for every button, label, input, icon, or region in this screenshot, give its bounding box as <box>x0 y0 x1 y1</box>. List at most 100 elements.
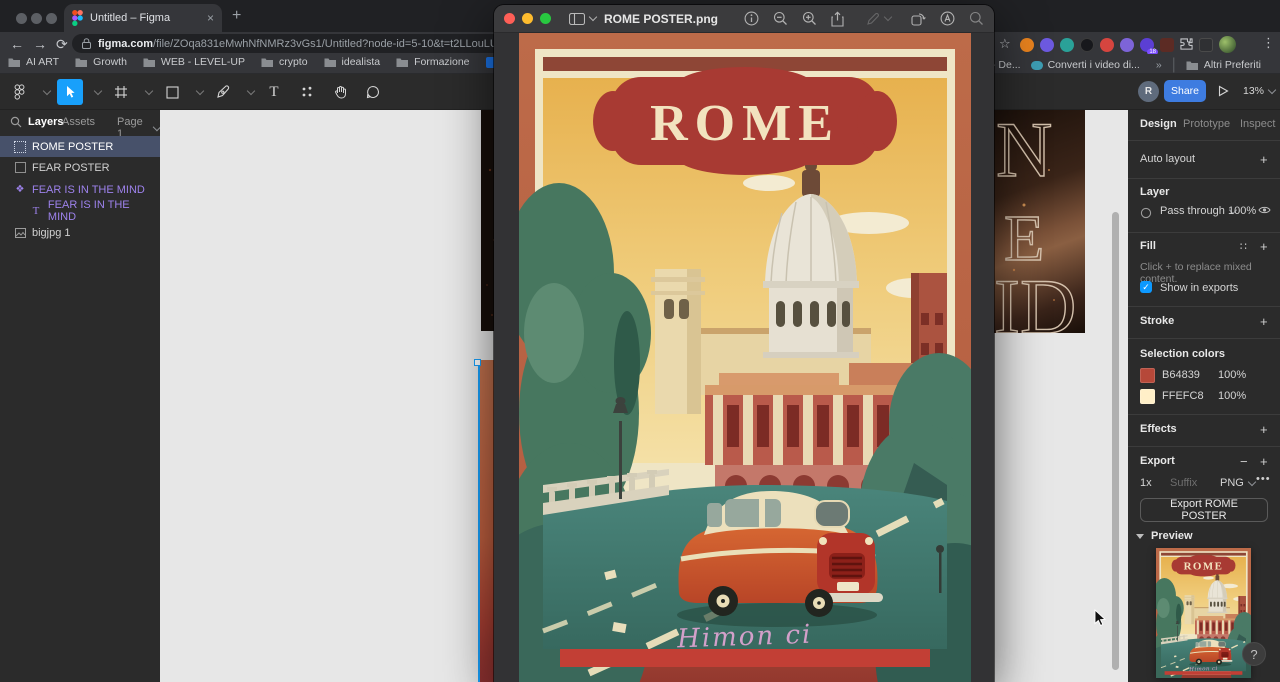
chevron-down-icon[interactable] <box>145 86 153 94</box>
bookmark-folder-altri[interactable]: Altri Preferiti <box>1186 59 1261 71</box>
extension-icon[interactable] <box>1120 38 1134 52</box>
extension-icon[interactable] <box>1020 38 1034 52</box>
eye-icon[interactable] <box>1258 205 1271 215</box>
zoom-level-selector[interactable]: 13% <box>1243 85 1275 97</box>
export-suffix-field[interactable]: Suffix <box>1170 477 1197 489</box>
extension-icon[interactable] <box>1160 38 1174 52</box>
close-button[interactable] <box>504 13 515 24</box>
layer-row-component[interactable]: ❖ FEAR IS IN THE MIND <box>0 179 160 200</box>
extension-icon[interactable] <box>1060 38 1074 52</box>
blend-mode-icon[interactable] <box>1140 207 1152 219</box>
search-icon[interactable] <box>10 116 22 128</box>
color-swatch-red[interactable] <box>1140 368 1155 383</box>
share-button[interactable]: Share <box>1164 80 1206 102</box>
browser-tab[interactable]: Untitled – Figma × <box>64 4 222 32</box>
zoom-in-icon[interactable] <box>802 11 817 26</box>
add-export-button[interactable]: + <box>1260 454 1268 469</box>
present-button[interactable] <box>1218 85 1229 97</box>
color-swatch-cream[interactable] <box>1140 389 1155 404</box>
comment-tool[interactable] <box>360 79 386 105</box>
window-zoom-button[interactable] <box>46 13 57 24</box>
remove-export-button[interactable]: − <box>1240 454 1248 469</box>
window-minimize-button[interactable] <box>31 13 42 24</box>
bookmark-item[interactable]: idealista <box>324 56 381 68</box>
new-tab-button[interactable]: + <box>232 7 241 25</box>
tab-layers[interactable]: Layers <box>28 116 63 128</box>
extension-icon[interactable]: 18 <box>1140 38 1154 52</box>
fear-poster-canvas-fragment-right[interactable]: N E ID <box>994 110 1085 333</box>
browser-menu-icon[interactable]: ⋮ <box>1262 35 1275 51</box>
extension-icon[interactable] <box>1080 38 1094 52</box>
color-opacity[interactable]: 100% <box>1218 369 1246 381</box>
layer-opacity-value[interactable]: 100% <box>1228 205 1256 217</box>
export-scale[interactable]: 1x <box>1140 477 1152 489</box>
chevron-down-icon[interactable] <box>247 86 255 94</box>
tab-inspect[interactable]: Inspect <box>1240 118 1275 130</box>
puzzle-extensions-icon[interactable] <box>1180 38 1193 51</box>
text-tool[interactable]: T <box>261 79 287 105</box>
bookmark-item-partial[interactable]: - De... <box>992 59 1021 71</box>
layer-row-rome-poster[interactable]: ROME POSTER <box>0 136 160 157</box>
export-options-icon[interactable]: ••• <box>1256 473 1271 485</box>
share-icon[interactable] <box>831 11 844 27</box>
bookmark-item[interactable]: WEB - LEVEL-UP <box>143 56 245 68</box>
layer-row-text[interactable]: T FEAR IS IN THE MIND <box>0 200 160 221</box>
bookmark-star-icon[interactable]: ☆ <box>999 36 1011 52</box>
window-close-button[interactable] <box>16 13 27 24</box>
rotate-icon[interactable] <box>911 12 926 26</box>
chevron-down-icon[interactable] <box>589 13 597 21</box>
color-hex[interactable]: FFEFC8 <box>1162 390 1204 402</box>
blend-mode-selector[interactable]: Pass through <box>1160 205 1236 217</box>
add-stroke-button[interactable]: + <box>1260 314 1268 329</box>
move-tool[interactable] <box>57 79 83 105</box>
tab-prototype[interactable]: Prototype <box>1183 118 1230 130</box>
layer-row-fear-poster[interactable]: FEAR POSTER <box>0 157 160 178</box>
bookmark-item[interactable]: Formazione <box>396 56 469 68</box>
canvas-scrollbar[interactable] <box>1112 212 1119 670</box>
browser-panel-icon[interactable] <box>1199 38 1213 52</box>
tab-assets[interactable]: Assets <box>62 116 95 128</box>
annotate-icon[interactable] <box>940 11 955 26</box>
forward-icon[interactable]: → <box>33 37 47 51</box>
bookmarks-overflow-icon[interactable]: » <box>1156 59 1162 71</box>
info-icon[interactable] <box>744 11 759 26</box>
export-rome-poster-button[interactable]: Export ROME POSTER <box>1140 498 1268 522</box>
add-auto-layout-button[interactable]: + <box>1260 152 1268 167</box>
selection-handle[interactable] <box>474 359 481 366</box>
resources-tool[interactable] <box>294 79 320 105</box>
color-hex[interactable]: B64839 <box>1162 369 1200 381</box>
show-in-exports-checkbox[interactable]: ✓ <box>1140 281 1152 293</box>
back-icon[interactable]: ← <box>10 37 24 51</box>
user-avatar[interactable]: R <box>1138 81 1159 102</box>
hand-tool[interactable] <box>327 79 353 105</box>
sidebar-toggle-icon[interactable] <box>569 13 585 25</box>
layer-row-image[interactable]: bigjpg 1 <box>0 222 160 243</box>
bookmark-item[interactable]: AI ART <box>8 56 59 68</box>
profile-avatar[interactable] <box>1219 36 1236 53</box>
extension-icon[interactable] <box>1040 38 1054 52</box>
preview-disclosure[interactable]: Preview <box>1136 530 1193 542</box>
add-effect-button[interactable]: + <box>1260 422 1268 437</box>
chevron-down-icon[interactable] <box>43 86 51 94</box>
mixed-fill-icon[interactable]: ∷ <box>1240 240 1248 253</box>
chevron-down-icon[interactable] <box>94 86 102 94</box>
add-fill-button[interactable]: + <box>1260 239 1268 254</box>
frame-tool[interactable] <box>108 79 134 105</box>
reload-icon[interactable]: ⟳ <box>56 37 68 51</box>
preview-titlebar[interactable]: ROME POSTER.png <box>494 5 994 33</box>
search-icon[interactable] <box>969 11 984 26</box>
zoom-out-icon[interactable] <box>773 11 788 26</box>
color-opacity[interactable]: 100% <box>1218 390 1246 402</box>
bookmark-item[interactable]: Growth <box>75 56 127 68</box>
figma-main-menu[interactable] <box>6 79 32 105</box>
tab-close-icon[interactable]: × <box>207 11 214 25</box>
help-button[interactable]: ? <box>1242 642 1266 666</box>
minimize-button[interactable] <box>522 13 533 24</box>
chevron-down-icon[interactable] <box>196 86 204 94</box>
fullscreen-button[interactable] <box>540 13 551 24</box>
shape-tool[interactable] <box>159 79 185 105</box>
bookmark-item-converti[interactable]: Converti i video di... <box>1031 59 1140 71</box>
export-format-selector[interactable]: PNG <box>1220 477 1255 489</box>
pen-tool[interactable] <box>210 79 236 105</box>
extension-icon[interactable] <box>1100 38 1114 52</box>
